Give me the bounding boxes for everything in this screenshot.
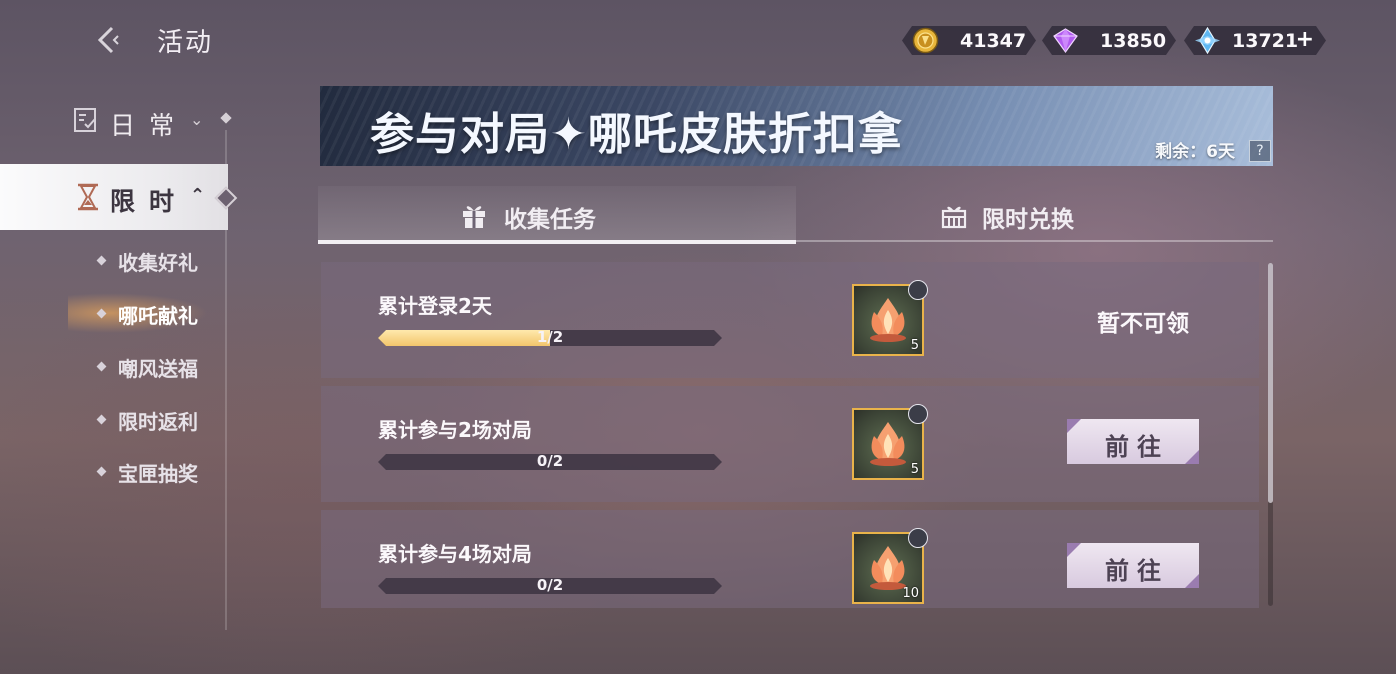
scrollbar-thumb[interactable] <box>1268 263 1273 503</box>
sidebar-item-label: 限时返利 <box>118 410 198 434</box>
remaining-time: 剩余：6天 <box>1155 142 1235 162</box>
diamond-marker-icon <box>214 186 238 210</box>
tab-collect-tasks[interactable]: 收集任务 <box>318 186 796 244</box>
reward-count: 5 <box>910 462 919 477</box>
sidebar-item-label: 嘲风送福 <box>118 357 198 381</box>
tab-label: 限时兑换 <box>982 207 1074 233</box>
lotus-flame-icon <box>870 422 906 466</box>
diamond-amount: 13850 <box>1100 30 1167 52</box>
bullet-icon <box>96 466 107 477</box>
gift-icon <box>463 206 485 228</box>
go-button[interactable]: 前往 <box>1067 543 1199 588</box>
sidebar-category-limited[interactable]: 限时 ⌃ <box>0 164 238 230</box>
sidebar-item-label: 收集好礼 <box>118 251 198 275</box>
crystal-amount: 13721 <box>1232 30 1299 52</box>
sidebar-item-label: 宝匣抽奖 <box>118 462 198 486</box>
bullet-icon <box>96 255 107 266</box>
chevron-down-icon: ⌄ <box>190 110 204 129</box>
task-list-scrollbar[interactable] <box>1268 263 1273 606</box>
task-progress-bar: 1/2 <box>378 330 722 346</box>
event-banner: 参与对局✦哪吒皮肤折扣拿 剩余：6天 ? <box>320 86 1273 166</box>
go-button[interactable]: 前往 <box>1067 419 1199 464</box>
currency-gold: 41347 <box>902 26 1036 55</box>
go-button-label: 前往 <box>1105 557 1169 585</box>
currency-purple-diamond: 13850 <box>1042 26 1176 55</box>
reward-item[interactable]: 5 <box>852 280 928 356</box>
timer-icon <box>908 528 928 548</box>
task-progress-bar: 0/2 <box>378 578 722 594</box>
task-row: 累计参与2场对局 0/2 5 前往 <box>321 386 1259 502</box>
exchange-gift-icon <box>941 206 967 229</box>
chevron-up-icon: ⌃ <box>190 185 206 206</box>
daily-calendar-icon <box>74 108 96 132</box>
blue-crystal-icon <box>1194 27 1221 54</box>
bullet-icon <box>96 414 107 425</box>
gold-coin-icon <box>912 27 939 54</box>
task-name: 累计登录2天 <box>378 294 492 318</box>
reward-count: 10 <box>902 586 919 601</box>
progress-text: 1/2 <box>536 328 564 346</box>
progress-text: 0/2 <box>536 452 564 470</box>
sidebar-item-label: 哪吒献礼 <box>118 304 198 328</box>
timer-icon <box>908 280 928 300</box>
tab-limited-exchange[interactable]: 限时兑换 <box>796 186 1273 242</box>
sidebar-category-label: 日常 <box>110 111 189 140</box>
add-currency-button[interactable]: + <box>1296 27 1314 52</box>
task-row: 累计参与4场对局 0/2 10 前往 <box>321 510 1259 608</box>
task-progress-bar: 0/2 <box>378 454 722 470</box>
tab-label: 收集任务 <box>504 207 596 233</box>
currency-blue-crystal: 13721 + <box>1184 26 1326 55</box>
help-button[interactable]: ? <box>1249 140 1271 162</box>
back-arrow-icon[interactable] <box>92 24 124 56</box>
sidebar-category-label: 限时 <box>110 187 189 216</box>
reward-item[interactable]: 5 <box>852 404 928 480</box>
purple-diamond-icon <box>1052 27 1079 54</box>
tab-underline <box>796 240 1273 242</box>
reward-item[interactable]: 10 <box>852 528 928 604</box>
go-button-label: 前往 <box>1105 433 1169 461</box>
task-name: 累计参与4场对局 <box>378 542 532 566</box>
diamond-marker-icon <box>220 112 232 124</box>
hourglass-icon <box>78 183 98 211</box>
task-name: 累计参与2场对局 <box>378 418 532 442</box>
page-title: 活动 <box>157 28 214 58</box>
gold-amount: 41347 <box>960 30 1027 52</box>
task-row: 累计登录2天 1/2 5 暂不可领 <box>321 262 1259 378</box>
progress-text: 0/2 <box>536 576 564 594</box>
banner-title: 参与对局✦哪吒皮肤折扣拿 <box>370 109 903 160</box>
bullet-icon <box>96 361 107 372</box>
reward-count: 5 <box>910 338 919 353</box>
sidebar-category-daily[interactable]: 日常 ⌄ <box>72 104 232 140</box>
lotus-flame-icon <box>870 298 906 342</box>
claim-status: 暂不可领 <box>1097 311 1189 337</box>
tab-underline <box>318 240 796 244</box>
timer-icon <box>908 404 928 424</box>
